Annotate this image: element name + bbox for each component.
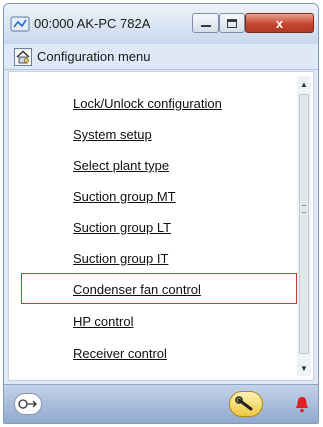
arrow-up-icon: ▲ bbox=[300, 79, 308, 89]
menu-item-receiver-control[interactable]: Receiver control bbox=[73, 346, 167, 361]
menu-item-lock-unlock-configuration[interactable]: Lock/Unlock configuration bbox=[73, 96, 222, 111]
bell-icon[interactable] bbox=[294, 395, 310, 413]
menu-list: Lock/Unlock configuration System setup S… bbox=[8, 71, 314, 381]
wrench-icon bbox=[235, 396, 253, 411]
vertical-scrollbar[interactable]: ▲ ▼ bbox=[297, 76, 311, 376]
service-button[interactable] bbox=[229, 391, 263, 417]
scroll-thumb[interactable] bbox=[299, 94, 309, 354]
close-icon: x bbox=[275, 15, 284, 31]
menu-item-hp-control[interactable]: HP control bbox=[73, 314, 133, 329]
home-gear-icon bbox=[14, 48, 32, 66]
menu-item-select-plant-type[interactable]: Select plant type bbox=[73, 158, 169, 173]
minimize-icon bbox=[200, 25, 211, 27]
maximize-button[interactable] bbox=[219, 13, 245, 33]
minimize-button[interactable] bbox=[192, 13, 219, 33]
bottom-toolbar bbox=[4, 384, 318, 423]
title-bar[interactable]: 00:000 AK-PC 782A x bbox=[4, 4, 318, 44]
app-icon bbox=[10, 16, 30, 32]
menu-item-suction-group-mt[interactable]: Suction group MT bbox=[73, 189, 176, 204]
menu-item-suction-group-it[interactable]: Suction group IT bbox=[73, 251, 168, 266]
arrow-down-icon: ▼ bbox=[300, 363, 308, 373]
page-title: Configuration menu bbox=[37, 49, 151, 64]
menu-item-system-setup[interactable]: System setup bbox=[73, 127, 152, 142]
menu-header: Configuration menu bbox=[4, 44, 318, 70]
scroll-up-button[interactable]: ▲ bbox=[297, 76, 311, 92]
logout-button[interactable] bbox=[14, 393, 42, 415]
scroll-down-button[interactable]: ▼ bbox=[297, 360, 311, 376]
close-button[interactable]: x bbox=[245, 13, 314, 33]
grip-icon bbox=[302, 205, 306, 213]
logout-icon bbox=[18, 399, 37, 409]
maximize-icon bbox=[227, 18, 237, 28]
menu-item-condenser-fan-control[interactable]: Condenser fan control bbox=[73, 282, 201, 297]
window-title: 00:000 AK-PC 782A bbox=[34, 16, 151, 31]
menu-item-suction-group-lt[interactable]: Suction group LT bbox=[73, 220, 171, 235]
app-window: 00:000 AK-PC 782A x Configuration menu L… bbox=[3, 3, 319, 424]
